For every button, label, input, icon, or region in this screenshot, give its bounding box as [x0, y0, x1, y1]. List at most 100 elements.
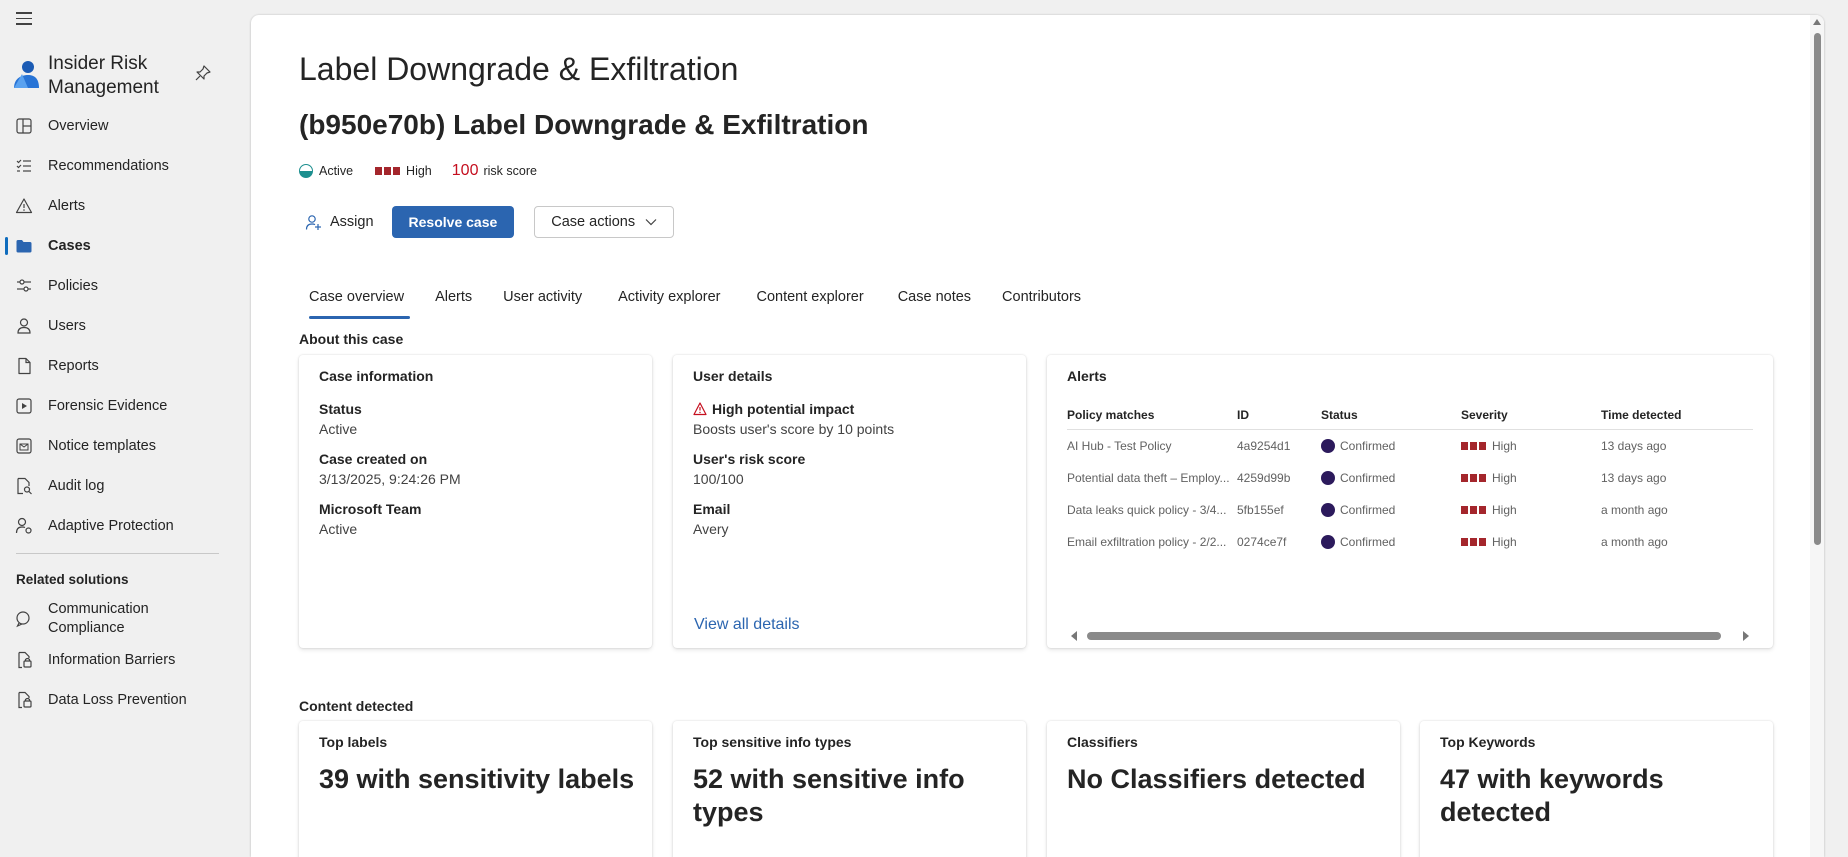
hamburger-menu-icon[interactable]: [16, 12, 34, 28]
play-box-icon: [16, 398, 32, 414]
nav-item-label: Overview: [48, 118, 109, 134]
nav-item-communication-compliance[interactable]: Communication Compliance: [0, 598, 250, 640]
pin-icon[interactable]: [194, 64, 212, 82]
status-text: Confirmed: [1340, 503, 1396, 517]
tab-case-notes[interactable]: Case notes: [888, 283, 981, 325]
confirmed-icon: [1321, 439, 1335, 453]
lock-document-icon: [18, 651, 32, 669]
scrollbar-thumb[interactable]: [1087, 632, 1721, 640]
id-cell: 0274ce7f: [1237, 535, 1287, 549]
app-header: Insider Risk Management: [10, 52, 220, 100]
email-value: Avery: [693, 521, 729, 537]
nav-item-cases[interactable]: Cases: [0, 226, 250, 266]
table-row[interactable]: Potential data theft – Employ... 4259d99…: [1067, 462, 1753, 494]
page-title: Label Downgrade & Exfiltration: [299, 51, 739, 87]
case-actions-bar: Assign Resolve case Case actions: [299, 206, 675, 238]
created-label: Case created on: [319, 451, 428, 467]
card-value: 47 with keywords detected: [1440, 764, 1664, 827]
time-cell: 13 days ago: [1601, 439, 1667, 453]
resolve-case-button[interactable]: Resolve case: [391, 206, 515, 238]
scroll-up-icon[interactable]: [1813, 19, 1821, 25]
severity-text: High: [1492, 471, 1517, 485]
severity-text: High: [406, 164, 432, 178]
status-cell: Confirmed: [1321, 535, 1395, 549]
nav-item-recommendations[interactable]: Recommendations: [0, 146, 250, 186]
tab-content-explorer[interactable]: Content explorer: [746, 283, 873, 325]
top-labels-card: Top labels 39 with sensitivity labels: [299, 721, 652, 857]
scrollbar-thumb[interactable]: [1814, 33, 1821, 545]
tab-user-activity[interactable]: User activity: [493, 283, 592, 325]
nav-item-audit-log[interactable]: Audit log: [0, 466, 250, 506]
nav-item-policies[interactable]: Policies: [0, 266, 250, 306]
card-value: No Classifiers detected: [1067, 764, 1366, 794]
policy-cell[interactable]: Email exfiltration policy - 2/2...: [1067, 535, 1226, 549]
confirmed-icon: [1321, 503, 1335, 517]
user-details-card: User details High potential impact Boost…: [673, 355, 1026, 648]
status-cell: Confirmed: [1321, 471, 1395, 485]
insider-risk-icon: [14, 61, 39, 88]
table-row[interactable]: Email exfiltration policy - 2/2... 0274c…: [1067, 526, 1753, 558]
column-header-id[interactable]: ID: [1237, 408, 1249, 422]
policy-cell[interactable]: AI Hub - Test Policy: [1067, 439, 1171, 453]
nav-item-adaptive-protection[interactable]: Adaptive Protection: [0, 506, 250, 546]
confirmed-icon: [1321, 471, 1335, 485]
column-header-severity[interactable]: Severity: [1461, 408, 1508, 422]
nav-item-notice-templates[interactable]: Notice templates: [0, 426, 250, 466]
chevron-down-icon: [645, 219, 657, 226]
severity-text: High: [1492, 535, 1517, 549]
alerts-card: Alerts Policy matches ID Status Severity…: [1047, 355, 1773, 648]
card-title: Case information: [319, 368, 434, 384]
time-cell: 13 days ago: [1601, 471, 1667, 485]
person-settings-icon: [15, 517, 32, 534]
card-value: 52 with sensitive info types: [693, 764, 965, 827]
active-status-icon: [299, 164, 313, 178]
card-title: Alerts: [1067, 368, 1107, 384]
case-actions-dropdown[interactable]: Case actions: [534, 206, 675, 238]
scroll-right-icon[interactable]: [1743, 631, 1749, 641]
case-tabs: Case overview Alerts User activity Activ…: [299, 283, 1102, 325]
nav-item-reports[interactable]: Reports: [0, 346, 250, 386]
horizontal-scrollbar[interactable]: [1067, 629, 1753, 643]
column-header-time[interactable]: Time detected: [1601, 408, 1681, 422]
severity-indicator: High: [375, 164, 432, 178]
assign-button[interactable]: Assign: [299, 206, 380, 238]
tab-contributors[interactable]: Contributors: [992, 283, 1091, 325]
status-cell: Confirmed: [1321, 503, 1395, 517]
status-value: Active: [319, 421, 358, 437]
nav-item-data-loss-prevention[interactable]: Data Loss Prevention: [0, 680, 250, 720]
policy-cell[interactable]: Potential data theft – Employ...: [1067, 471, 1230, 485]
nav-item-overview[interactable]: Overview: [0, 106, 250, 146]
nav-item-users[interactable]: Users: [0, 306, 250, 346]
tab-activity-explorer[interactable]: Activity explorer: [608, 283, 730, 325]
time-cell: a month ago: [1601, 503, 1668, 517]
severity-bars-icon: [1461, 506, 1486, 514]
tab-case-overview[interactable]: Case overview: [299, 283, 414, 325]
person-add-icon: [305, 214, 321, 230]
impact-label: High potential impact: [712, 401, 855, 417]
case-actions-label: Case actions: [551, 214, 636, 230]
nav-item-label: Information Barriers: [48, 651, 176, 668]
scroll-left-icon[interactable]: [1071, 631, 1077, 641]
recommendations-icon: [16, 159, 31, 172]
column-header-policy[interactable]: Policy matches: [1067, 408, 1154, 422]
nav-item-label: Adaptive Protection: [48, 518, 174, 534]
column-header-status[interactable]: Status: [1321, 408, 1358, 422]
nav-item-information-barriers[interactable]: Information Barriers: [0, 640, 250, 680]
nav-item-label: Alerts: [48, 198, 86, 214]
document-search-icon: [17, 477, 32, 495]
impact-row: High potential impact: [693, 401, 854, 417]
status-text: Confirmed: [1340, 535, 1396, 549]
table-row[interactable]: AI Hub - Test Policy 4a9254d1 Confirmed …: [1067, 430, 1753, 462]
tab-alerts[interactable]: Alerts: [425, 283, 482, 325]
severity-bars-icon: [1461, 474, 1486, 482]
policy-cell[interactable]: Data leaks quick policy - 3/4...: [1067, 503, 1226, 517]
overview-icon: [16, 118, 32, 134]
table-row[interactable]: Data leaks quick policy - 3/4... 5fb155e…: [1067, 494, 1753, 526]
nav-item-label: Recommendations: [48, 158, 169, 174]
nav-item-forensic-evidence[interactable]: Forensic Evidence: [0, 386, 250, 426]
vertical-scrollbar[interactable]: [1810, 15, 1824, 857]
impact-description: Boosts user's score by 10 points: [693, 421, 895, 437]
nav-item-alerts[interactable]: Alerts: [0, 186, 250, 226]
view-all-details-link[interactable]: View all details: [694, 616, 800, 634]
person-icon: [17, 318, 31, 334]
